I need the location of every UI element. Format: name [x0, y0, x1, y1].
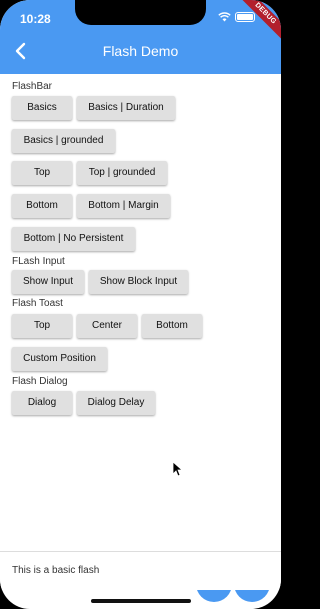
section-label-flash-dialog: Flash Dialog [12, 376, 68, 387]
custom-position-button[interactable]: Custom Position [12, 347, 107, 371]
toast-top-button[interactable]: Top [12, 314, 72, 338]
wifi-icon [218, 12, 231, 22]
dialog-button[interactable]: Dialog [12, 391, 72, 415]
top-button[interactable]: Top [12, 161, 72, 185]
battery-icon [235, 12, 255, 22]
top-grounded-button[interactable]: Top | grounded [77, 161, 167, 185]
toast-center-button[interactable]: Center [77, 314, 137, 338]
section-label-flash-input: FLash Input [12, 256, 65, 267]
flash-message: This is a basic flash [12, 565, 100, 576]
status-time: 10:28 [20, 12, 51, 26]
cursor-icon [172, 461, 182, 477]
basics-button[interactable]: Basics [12, 96, 72, 120]
bottom-margin-button[interactable]: Bottom | Margin [77, 194, 170, 218]
notch [75, 0, 206, 25]
home-indicator[interactable] [91, 599, 191, 603]
section-label-flashbar: FlashBar [12, 81, 53, 92]
page-title: Flash Demo [102, 43, 179, 59]
phone-screen: 10:28 DEBUG Flash Demo FlashBar Basics B… [0, 0, 281, 609]
show-block-input-button[interactable]: Show Block Input [89, 270, 188, 294]
basics-duration-button[interactable]: Basics | Duration [77, 96, 175, 120]
basics-grounded-button[interactable]: Basics | grounded [12, 129, 115, 153]
bottom-no-persistent-button[interactable]: Bottom | No Persistent [12, 227, 135, 251]
app-bar: 10:28 DEBUG Flash Demo [0, 0, 281, 74]
toast-bottom-button[interactable]: Bottom [142, 314, 202, 338]
bottom-button[interactable]: Bottom [12, 194, 72, 218]
status-icons [218, 12, 255, 22]
section-label-flash-toast: Flash Toast [12, 298, 63, 309]
show-input-button[interactable]: Show Input [12, 270, 84, 294]
dialog-delay-button[interactable]: Dialog Delay [77, 391, 155, 415]
